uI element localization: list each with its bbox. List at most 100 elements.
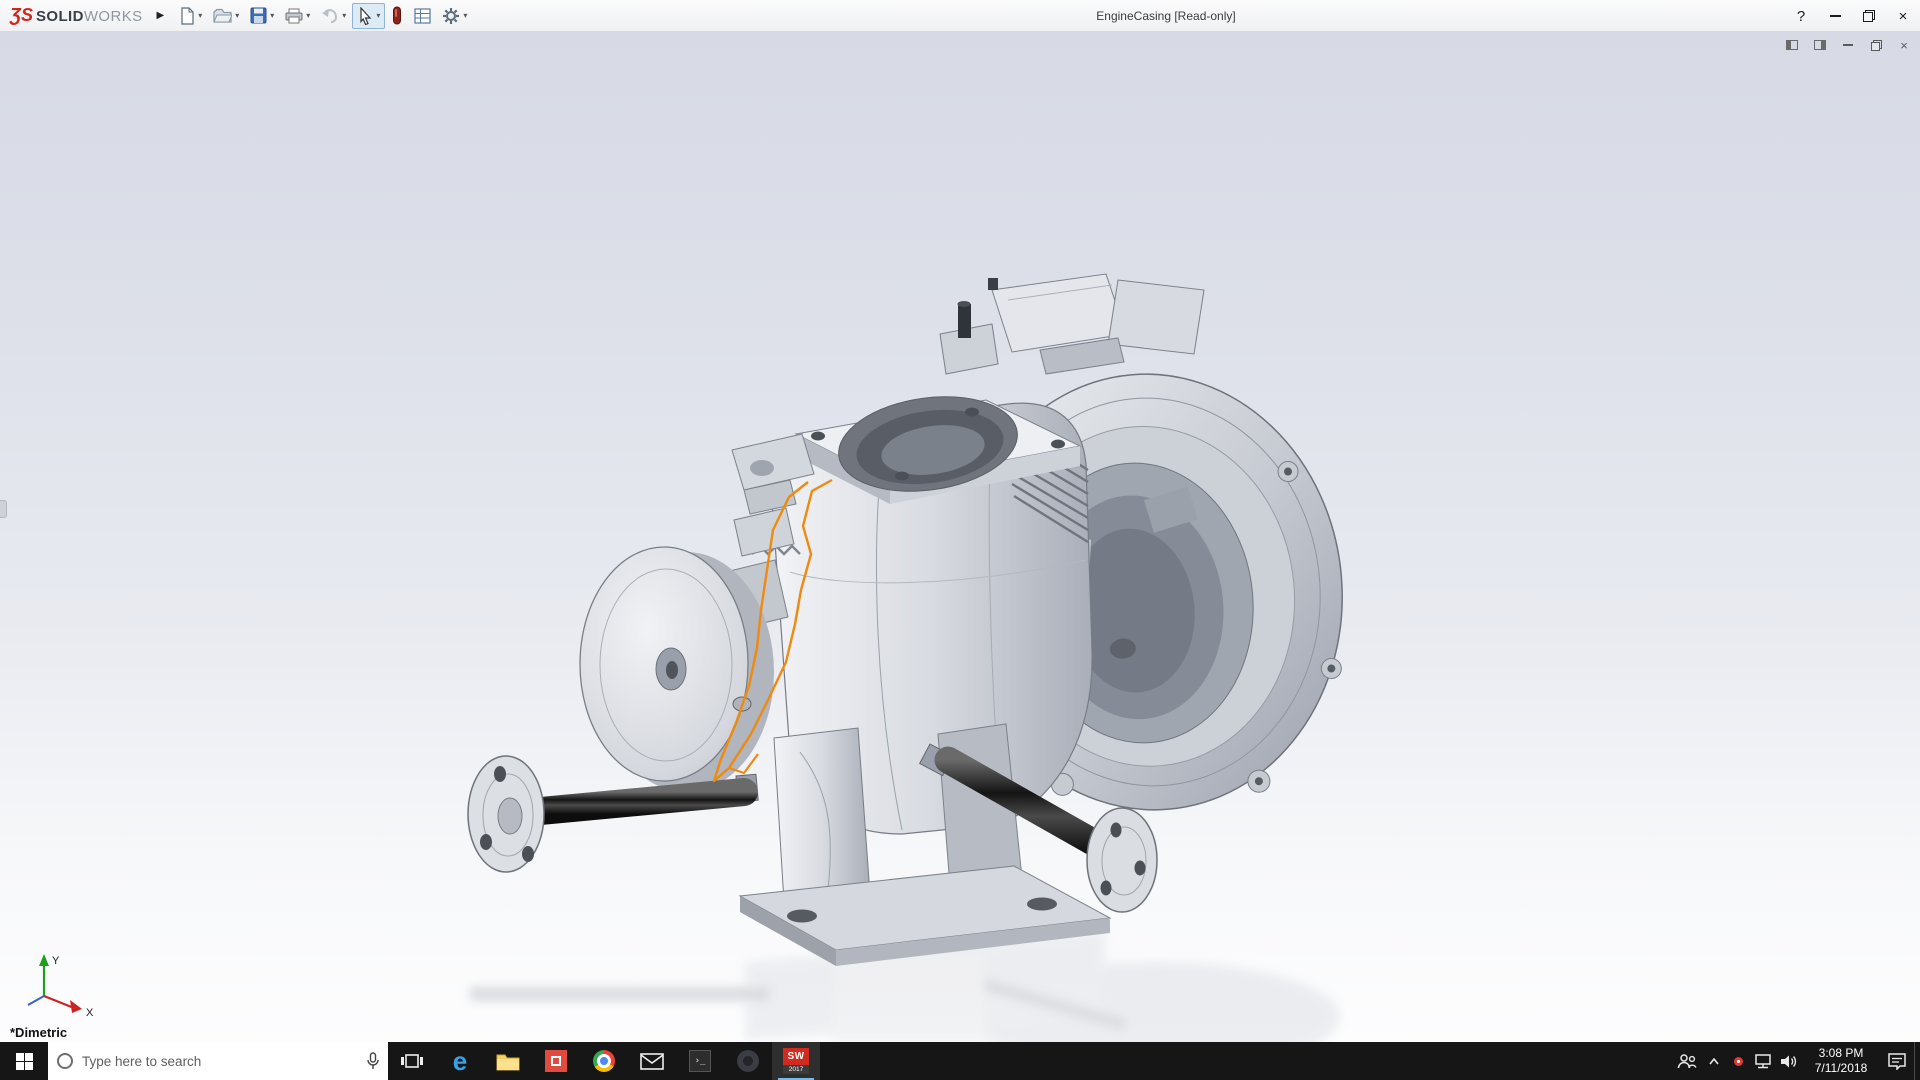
terminal-taskbar-icon[interactable]: ›_: [676, 1042, 724, 1080]
z-axis-arrow: [28, 996, 44, 1005]
clock-date: 7/11/2018: [1815, 1061, 1868, 1076]
open-icon: [213, 8, 232, 24]
clock-time: 3:08 PM: [1819, 1046, 1864, 1061]
doc-close-button[interactable]: ×: [1896, 37, 1912, 53]
window-controls: ? ×: [1784, 0, 1920, 32]
undo-button[interactable]: ▾: [316, 4, 351, 27]
dark-app-icon: [737, 1050, 759, 1072]
windows-taskbar: e ›_ SW 2017 3:08 PM 7/11/2018: [0, 1042, 1920, 1080]
dropdown-icon[interactable]: ▾: [342, 11, 346, 20]
action-center-button[interactable]: [1880, 1042, 1914, 1080]
network-button[interactable]: [1750, 1042, 1776, 1080]
people-icon: [1677, 1053, 1697, 1069]
red-app-taskbar-icon[interactable]: [532, 1042, 580, 1080]
start-button[interactable]: [0, 1042, 48, 1080]
mail-taskbar-icon[interactable]: [628, 1042, 676, 1080]
dropdown-icon[interactable]: ▾: [376, 11, 380, 20]
undo-icon: [321, 8, 339, 23]
red-status-icon: [1734, 1057, 1743, 1066]
volume-icon: [1780, 1054, 1798, 1069]
save-icon: [250, 7, 267, 24]
cad-model-canvas[interactable]: [0, 32, 1920, 1042]
appearance-button[interactable]: [386, 2, 408, 29]
help-button[interactable]: ?: [1784, 0, 1818, 32]
cortana-icon: [56, 1052, 74, 1070]
main-toolbar: ▾ ▾ ▾ ▾ ▾ ▾ ▾: [174, 2, 472, 29]
y-axis-label: Y: [52, 955, 60, 967]
solidworks-logo-icon: ƷS: [10, 5, 33, 26]
pane-right-icon[interactable]: [1812, 37, 1828, 53]
taskbar-clock[interactable]: 3:08 PM 7/11/2018: [1802, 1046, 1880, 1076]
graphics-viewport[interactable]: ×: [0, 32, 1920, 1042]
options-button[interactable]: ▾: [437, 3, 472, 29]
task-view-button[interactable]: [388, 1042, 436, 1080]
doc-minimize-button[interactable]: [1840, 37, 1856, 53]
appearance-bead-icon: [391, 6, 403, 25]
dark-app-taskbar-icon[interactable]: [724, 1042, 772, 1080]
volume-button[interactable]: [1776, 1042, 1802, 1080]
show-desktop-button[interactable]: [1914, 1042, 1920, 1080]
system-tray: 3:08 PM 7/11/2018: [1672, 1042, 1920, 1080]
new-document-button[interactable]: ▾: [174, 3, 207, 29]
document-title: EngineCasing [Read-only]: [1096, 9, 1235, 23]
solidworks-logo: ƷS SOLID WORKS: [0, 5, 143, 26]
solidworks-taskbar-icon[interactable]: SW 2017: [772, 1042, 820, 1080]
document-window-controls: ×: [1784, 37, 1912, 53]
microphone-icon[interactable]: [366, 1052, 380, 1071]
dropdown-icon[interactable]: ▾: [306, 11, 310, 20]
x-axis-arrow: [70, 1000, 82, 1013]
action-center-icon: [1888, 1053, 1906, 1070]
new-document-icon: [179, 7, 195, 25]
tray-red-status-button[interactable]: [1726, 1042, 1750, 1080]
logo-text-solid: SOLID: [36, 8, 84, 25]
windows-logo-icon: [16, 1053, 33, 1070]
logo-text-works: WORKS: [84, 8, 143, 25]
dropdown-icon[interactable]: ▾: [270, 11, 274, 20]
chrome-taskbar-icon[interactable]: [580, 1042, 628, 1080]
dropdown-icon[interactable]: ▾: [235, 11, 239, 20]
dropdown-icon[interactable]: ▾: [198, 11, 202, 20]
menu-flyout-icon[interactable]: ▶: [157, 10, 165, 21]
dropdown-icon[interactable]: ▾: [463, 11, 467, 20]
taskbar-search[interactable]: [48, 1042, 388, 1080]
restore-icon: [1863, 10, 1875, 22]
red-app-icon: [545, 1050, 567, 1072]
file-explorer-taskbar-icon[interactable]: [484, 1042, 532, 1080]
open-button[interactable]: ▾: [208, 4, 244, 28]
select-arrow-icon: [357, 7, 373, 25]
doc-restore-button[interactable]: [1868, 37, 1884, 53]
hidden-icons-button[interactable]: [1702, 1042, 1726, 1080]
doc-minimize-icon: [1843, 44, 1853, 46]
print-button[interactable]: ▾: [280, 4, 315, 28]
minimize-icon: [1830, 15, 1841, 17]
task-view-icon: [400, 1052, 424, 1070]
close-button[interactable]: ×: [1886, 0, 1920, 32]
pane-left-icon[interactable]: [1784, 37, 1800, 53]
select-tool-button[interactable]: ▾: [352, 3, 385, 29]
search-input[interactable]: [82, 1054, 358, 1069]
chrome-icon: [593, 1050, 615, 1072]
network-icon: [1754, 1054, 1772, 1069]
view-orientation-label: *Dimetric: [10, 1025, 67, 1040]
restore-button[interactable]: [1852, 0, 1886, 32]
terminal-icon: ›_: [689, 1050, 711, 1072]
x-axis-label: X: [86, 1007, 94, 1019]
save-button[interactable]: ▾: [245, 3, 279, 28]
pulley-disc[interactable]: [580, 547, 774, 792]
minimize-button[interactable]: [1818, 0, 1852, 32]
evaluate-button[interactable]: [409, 4, 436, 28]
file-explorer-icon: [496, 1051, 520, 1071]
y-axis-arrow: [39, 954, 49, 966]
top-components[interactable]: [940, 274, 1204, 374]
gear-icon: [442, 7, 460, 25]
people-button[interactable]: [1672, 1042, 1702, 1080]
edge-icon: e: [453, 1048, 467, 1074]
mail-icon: [640, 1053, 664, 1070]
orientation-triad: Y X: [8, 948, 104, 1020]
edge-taskbar-icon[interactable]: e: [436, 1042, 484, 1080]
solidworks-app-icon: SW 2017: [783, 1048, 809, 1074]
doc-restore-icon: [1871, 40, 1882, 51]
print-icon: [285, 8, 303, 24]
titlebar: ƷS SOLID WORKS ▶ ▾ ▾ ▾ ▾ ▾ ▾: [0, 0, 1920, 32]
table-icon: [414, 8, 431, 24]
